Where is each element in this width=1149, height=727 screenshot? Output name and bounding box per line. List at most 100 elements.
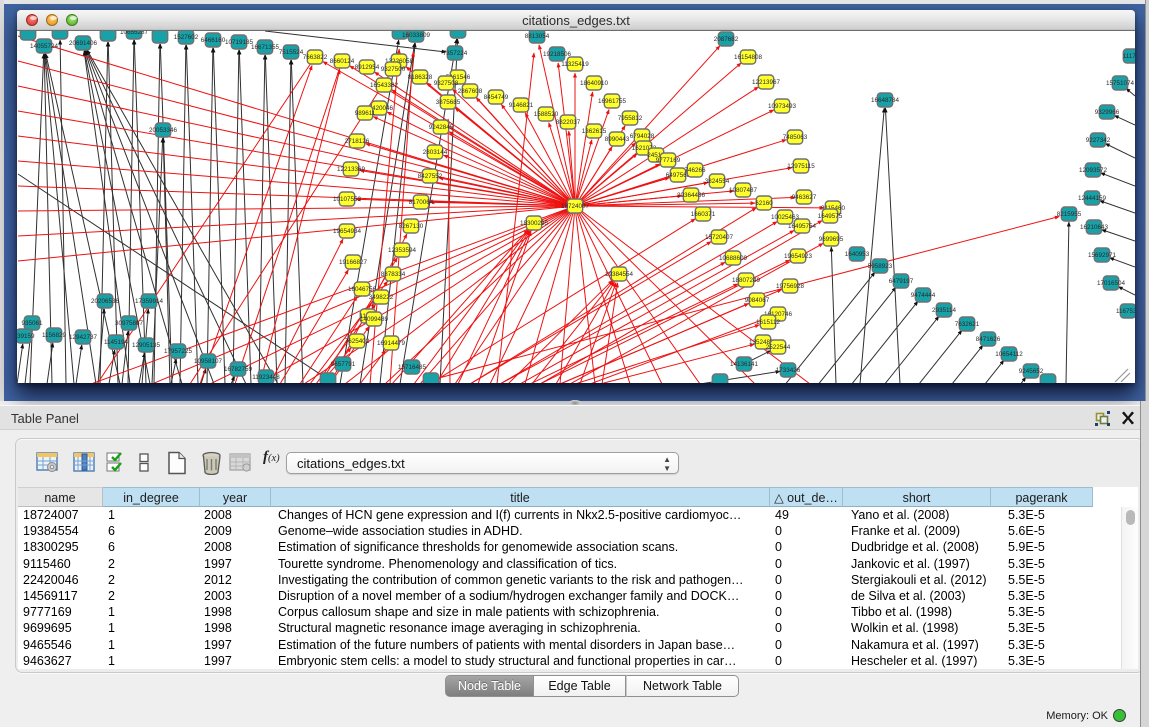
svg-text:1640953: 1640953 — [845, 251, 870, 258]
svg-text:2522544: 2522544 — [766, 344, 791, 351]
svg-text:19756928: 19756928 — [776, 283, 805, 290]
svg-text:19218506: 19218506 — [543, 51, 572, 58]
svg-text:9777169: 9777169 — [656, 157, 681, 164]
svg-text:18724007: 18724007 — [561, 203, 590, 210]
svg-text:7357224: 7357224 — [443, 50, 468, 57]
svg-text:9474444: 9474444 — [911, 292, 936, 299]
svg-text:3498222: 3498222 — [369, 294, 394, 301]
svg-text:1527602: 1527602 — [174, 34, 199, 41]
svg-text:17359914: 17359914 — [135, 298, 164, 305]
svg-text:8454749: 8454749 — [484, 94, 509, 101]
svg-text:16782759: 16782759 — [224, 366, 253, 373]
svg-text:14099489: 14099489 — [360, 316, 389, 323]
svg-text:30975867: 30975867 — [115, 320, 144, 327]
svg-text:15720407: 15720407 — [705, 234, 734, 241]
svg-text:15751074: 15751074 — [1106, 80, 1135, 87]
svg-text:3875685: 3875685 — [436, 99, 461, 106]
svg-text:9146821: 9146821 — [509, 102, 534, 109]
svg-text:16033809: 16033809 — [402, 32, 431, 39]
svg-text:1167533: 1167533 — [1116, 308, 1135, 315]
svg-text:20364436: 20364436 — [677, 192, 706, 199]
svg-text:16495754: 16495754 — [788, 223, 817, 230]
svg-text:15716485: 15716485 — [398, 364, 427, 371]
svg-text:8215955: 8215955 — [1057, 211, 1082, 218]
svg-text:8471626: 8471626 — [976, 336, 1001, 343]
svg-text:8170064: 8170064 — [409, 199, 434, 206]
svg-text:12213967: 12213967 — [752, 79, 781, 86]
svg-text:12353594: 12353594 — [388, 247, 417, 254]
svg-text:19166827: 19166827 — [339, 259, 368, 266]
svg-text:18807249: 18807249 — [732, 277, 761, 284]
svg-text:16154808: 16154808 — [734, 54, 763, 61]
svg-text:14136141: 14136141 — [730, 361, 759, 368]
svg-text:1660371: 1660371 — [691, 211, 716, 218]
svg-text:10025463: 10025463 — [771, 214, 800, 221]
svg-text:9242845: 9242845 — [429, 124, 454, 131]
svg-text:12975115: 12975115 — [787, 163, 815, 170]
svg-text:8878334: 8878334 — [381, 271, 406, 278]
svg-text:12093572: 12093572 — [1079, 167, 1108, 174]
svg-text:12942737: 12942737 — [69, 334, 98, 341]
svg-text:2867608: 2867608 — [458, 88, 483, 95]
svg-text:8822037: 8822037 — [556, 119, 581, 126]
svg-text:2087682: 2087682 — [714, 36, 739, 43]
svg-text:19654923: 19654923 — [784, 253, 813, 260]
svg-text:20691406: 20691406 — [69, 40, 98, 47]
svg-text:17016504: 17016504 — [1097, 280, 1126, 287]
svg-text:1588520: 1588520 — [534, 111, 559, 118]
svg-text:18640910: 18640910 — [580, 80, 609, 87]
svg-text:8813054: 8813054 — [525, 33, 550, 40]
svg-text:9699695: 9699695 — [819, 236, 844, 243]
svg-text:8990443: 8990443 — [605, 136, 630, 143]
svg-text:16543382: 16543382 — [370, 82, 399, 89]
svg-text:1145194: 1145194 — [104, 339, 129, 346]
svg-text:7515524: 7515524 — [279, 49, 304, 56]
svg-text:9329966: 9329966 — [1095, 109, 1120, 116]
svg-text:9084067: 9084067 — [745, 297, 770, 304]
svg-text:1156829: 1156829 — [42, 332, 67, 339]
svg-text:12444159: 12444159 — [1078, 195, 1107, 202]
svg-text:10958107: 10958107 — [194, 358, 223, 365]
svg-text:8427552: 8427552 — [418, 173, 443, 180]
svg-text:11923448: 11923448 — [252, 374, 280, 381]
svg-text:7485063: 7485063 — [783, 134, 808, 141]
svg-text:2718126: 2718126 — [345, 138, 370, 145]
svg-text:7632621: 7632621 — [955, 321, 980, 328]
svg-text:10807487: 10807487 — [729, 187, 758, 194]
svg-text:2935114: 2935114 — [932, 307, 957, 314]
svg-text:746266: 746266 — [684, 167, 706, 174]
svg-text:10654112: 10654112 — [995, 351, 1023, 358]
svg-text:16671355: 16671355 — [251, 44, 280, 51]
svg-text:3824554: 3824554 — [705, 178, 730, 185]
svg-text:9227342: 9227342 — [1086, 137, 1111, 144]
svg-text:8912954: 8912954 — [355, 64, 380, 71]
svg-text:6479197: 6479197 — [889, 278, 914, 285]
svg-text:7955812: 7955812 — [618, 115, 643, 122]
svg-text:1733426: 1733426 — [776, 367, 801, 374]
svg-text:8267130: 8267130 — [399, 223, 424, 230]
svg-text:9657791: 9657791 — [331, 361, 356, 368]
svg-text:10973493: 10973493 — [768, 103, 797, 110]
svg-text:62160: 62160 — [755, 200, 773, 207]
svg-text:1649575: 1649575 — [818, 213, 843, 220]
svg-text:9327508: 9327508 — [434, 80, 459, 87]
svg-text:10688609: 10688609 — [719, 255, 748, 262]
svg-text:5958923: 5958923 — [868, 263, 893, 270]
svg-text:10107553: 10107553 — [333, 196, 362, 203]
svg-text:19654934: 19654934 — [333, 228, 362, 235]
svg-text:16046756: 16046756 — [348, 286, 377, 293]
svg-text:14055724: 14055724 — [30, 43, 59, 50]
svg-text:20053346: 20053346 — [149, 127, 178, 134]
svg-text:8186328: 8186328 — [408, 74, 433, 81]
svg-text:18300295: 18300295 — [520, 220, 549, 227]
svg-text:17957225: 17957225 — [164, 348, 193, 355]
svg-text:16648784: 16648784 — [871, 97, 900, 104]
svg-text:16961755: 16961755 — [598, 98, 627, 105]
svg-text:19384554: 19384554 — [605, 271, 634, 278]
svg-text:16914479: 16914479 — [377, 340, 406, 347]
svg-text:1362615: 1362615 — [582, 128, 607, 135]
svg-text:1615112: 1615112 — [756, 319, 781, 326]
svg-text:11325419: 11325419 — [561, 61, 589, 68]
svg-text:10655287: 10655287 — [120, 31, 149, 36]
svg-text:2803144: 2803144 — [423, 149, 448, 156]
